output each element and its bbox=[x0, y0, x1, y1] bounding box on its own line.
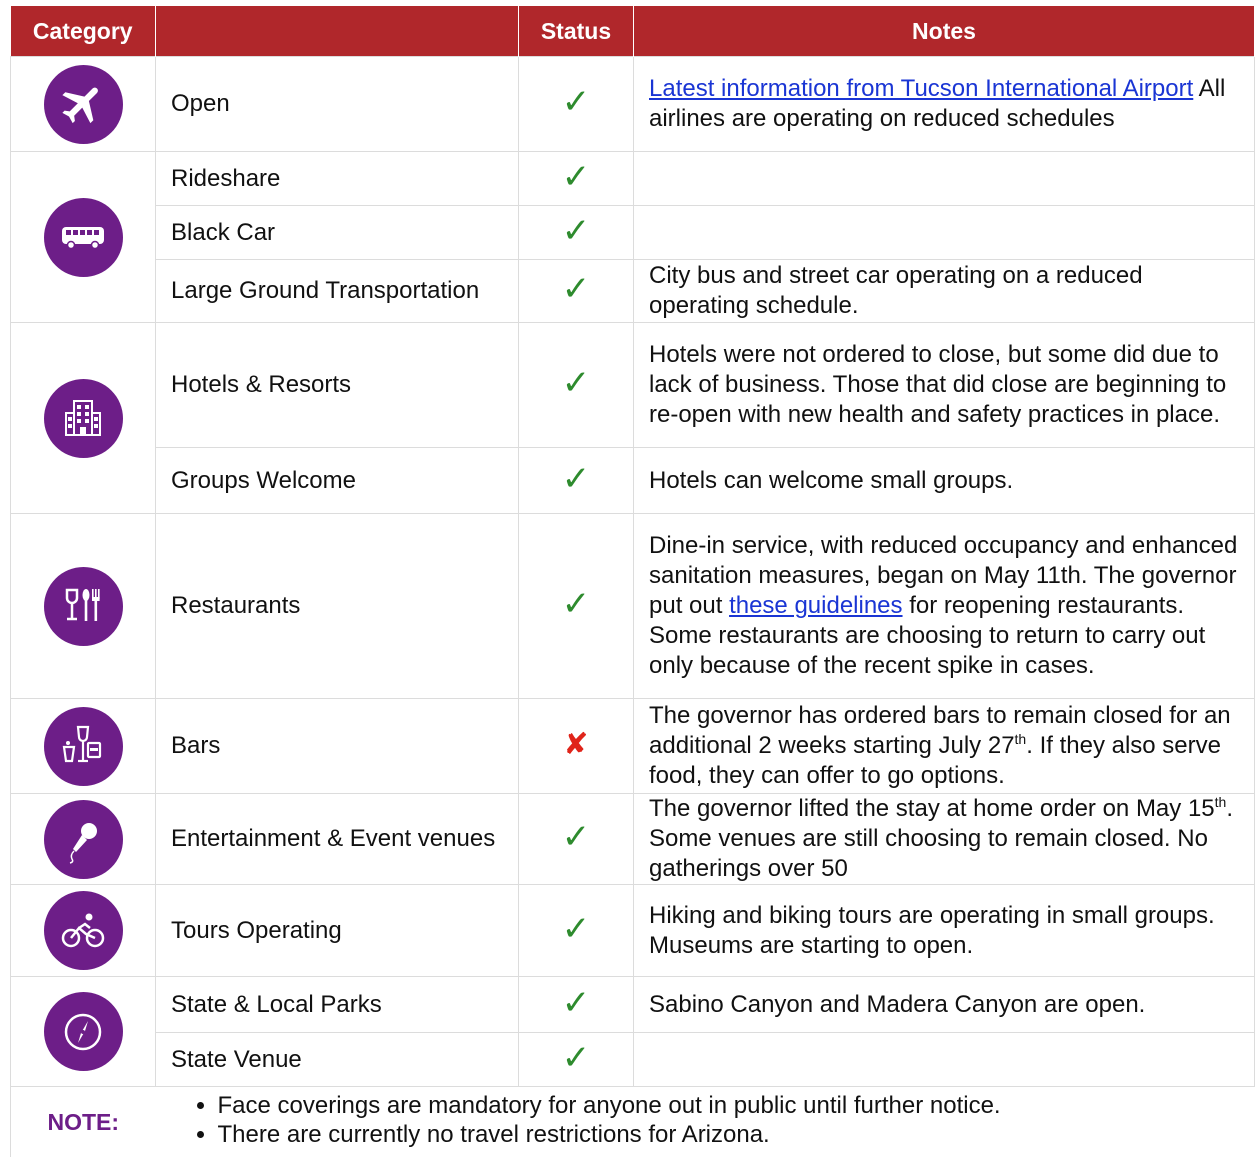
table-row: Large Ground Transportation ✓ City bus a… bbox=[11, 259, 1255, 323]
check-icon: ✓ bbox=[561, 211, 591, 250]
table-row: Rideshare ✓ bbox=[10, 151, 1255, 323]
airport-info-link[interactable]: Latest information from Tucson Internati… bbox=[649, 75, 1193, 102]
row-name: Rideshare bbox=[155, 151, 519, 206]
bus-icon bbox=[43, 197, 123, 277]
table-row: State & Local Parks ✓ Sabino Canyon and … bbox=[10, 976, 1255, 1087]
table-row: Hotels & Resorts ✓ Hotels were not order… bbox=[10, 322, 1255, 514]
row-notes bbox=[633, 205, 1255, 260]
check-icon: ✓ bbox=[561, 83, 591, 121]
category-hotels bbox=[10, 322, 156, 514]
row-name: Large Ground Transportation bbox=[155, 259, 519, 323]
header-status: Status bbox=[518, 6, 634, 57]
category-airport bbox=[10, 56, 156, 152]
table-row: Restaurants ✓ Dine-in service, with redu… bbox=[10, 513, 1255, 699]
category-entertainment bbox=[10, 793, 156, 885]
table-row: Open ✓ Latest information from Tucson In… bbox=[10, 56, 1255, 152]
list-item: Face coverings are mandatory for anyone … bbox=[218, 1091, 1255, 1120]
check-icon: ✓ bbox=[561, 983, 591, 1022]
check-icon: ✓ bbox=[561, 364, 591, 402]
row-name: State Venue bbox=[155, 1032, 519, 1087]
note-row: NOTE: Face coverings are mandatory for a… bbox=[10, 1086, 1255, 1157]
check-icon: ✓ bbox=[561, 585, 591, 623]
row-name: Groups Welcome bbox=[155, 447, 519, 514]
microphone-icon bbox=[43, 799, 123, 879]
drinks-icon bbox=[43, 706, 123, 786]
header-row: Category Status Notes bbox=[10, 6, 1255, 57]
compass-icon bbox=[43, 992, 123, 1071]
dining-icon bbox=[43, 566, 123, 646]
category-bars bbox=[10, 698, 156, 794]
table-row: Black Car ✓ bbox=[11, 205, 1255, 260]
category-tours bbox=[10, 884, 156, 977]
row-notes: City bus and street car operating on a r… bbox=[633, 259, 1255, 323]
row-notes: The governor lifted the stay at home ord… bbox=[649, 795, 1215, 822]
category-parks bbox=[10, 976, 156, 1087]
row-notes: Hotels can welcome small groups. bbox=[633, 447, 1255, 514]
table-row: Groups Welcome ✓ Hotels can welcome smal… bbox=[11, 447, 1255, 514]
check-icon: ✓ bbox=[561, 459, 591, 498]
check-icon: ✓ bbox=[561, 157, 591, 196]
row-name: Restaurants bbox=[155, 513, 519, 699]
table-row: State Venue ✓ bbox=[11, 1032, 1255, 1087]
airplane-icon bbox=[43, 64, 123, 144]
check-icon: ✓ bbox=[561, 909, 591, 948]
bicycle-icon bbox=[43, 891, 123, 970]
ordinal-suffix: th bbox=[1014, 731, 1027, 747]
check-icon: ✓ bbox=[561, 1038, 591, 1077]
check-icon: ✓ bbox=[561, 270, 591, 308]
cross-icon: ✘ bbox=[563, 728, 589, 761]
note-list: Face coverings are mandatory for anyone … bbox=[176, 1091, 1255, 1149]
row-notes: Hotels were not ordered to close, but so… bbox=[633, 322, 1255, 448]
table-row: Bars ✘ The governor has ordered bars to … bbox=[10, 698, 1255, 794]
building-icon bbox=[43, 378, 123, 458]
row-name: Entertainment & Event venues bbox=[155, 793, 519, 885]
row-name: Black Car bbox=[155, 205, 519, 260]
category-transportation bbox=[10, 151, 156, 323]
row-notes bbox=[633, 1032, 1255, 1087]
list-item: There are currently no travel restrictio… bbox=[218, 1120, 1255, 1149]
status-table: Category Status Notes Open ✓ Latest info… bbox=[10, 6, 1255, 1157]
check-icon: ✓ bbox=[561, 818, 591, 856]
row-name: Open bbox=[155, 56, 519, 152]
row-name: Bars bbox=[155, 698, 519, 794]
note-label: NOTE: bbox=[10, 1086, 156, 1157]
table-row: Tours Operating ✓ Hiking and biking tour… bbox=[10, 884, 1255, 977]
row-notes bbox=[633, 151, 1255, 206]
row-notes: Hiking and biking tours are operating in… bbox=[633, 884, 1255, 977]
row-notes: Sabino Canyon and Madera Canyon are open… bbox=[633, 976, 1255, 1033]
guidelines-link[interactable]: these guidelines bbox=[729, 592, 902, 619]
header-blank bbox=[155, 6, 519, 57]
table-row: Entertainment & Event venues ✓ The gover… bbox=[10, 793, 1255, 885]
row-name: State & Local Parks bbox=[155, 976, 519, 1033]
row-name: Hotels & Resorts bbox=[155, 322, 519, 448]
ordinal-suffix: th bbox=[1214, 794, 1227, 810]
row-name: Tours Operating bbox=[155, 884, 519, 977]
header-notes: Notes bbox=[633, 6, 1255, 57]
note-body: Face coverings are mandatory for anyone … bbox=[156, 1087, 1255, 1157]
header-category: Category bbox=[10, 6, 156, 57]
category-restaurants bbox=[10, 513, 156, 699]
